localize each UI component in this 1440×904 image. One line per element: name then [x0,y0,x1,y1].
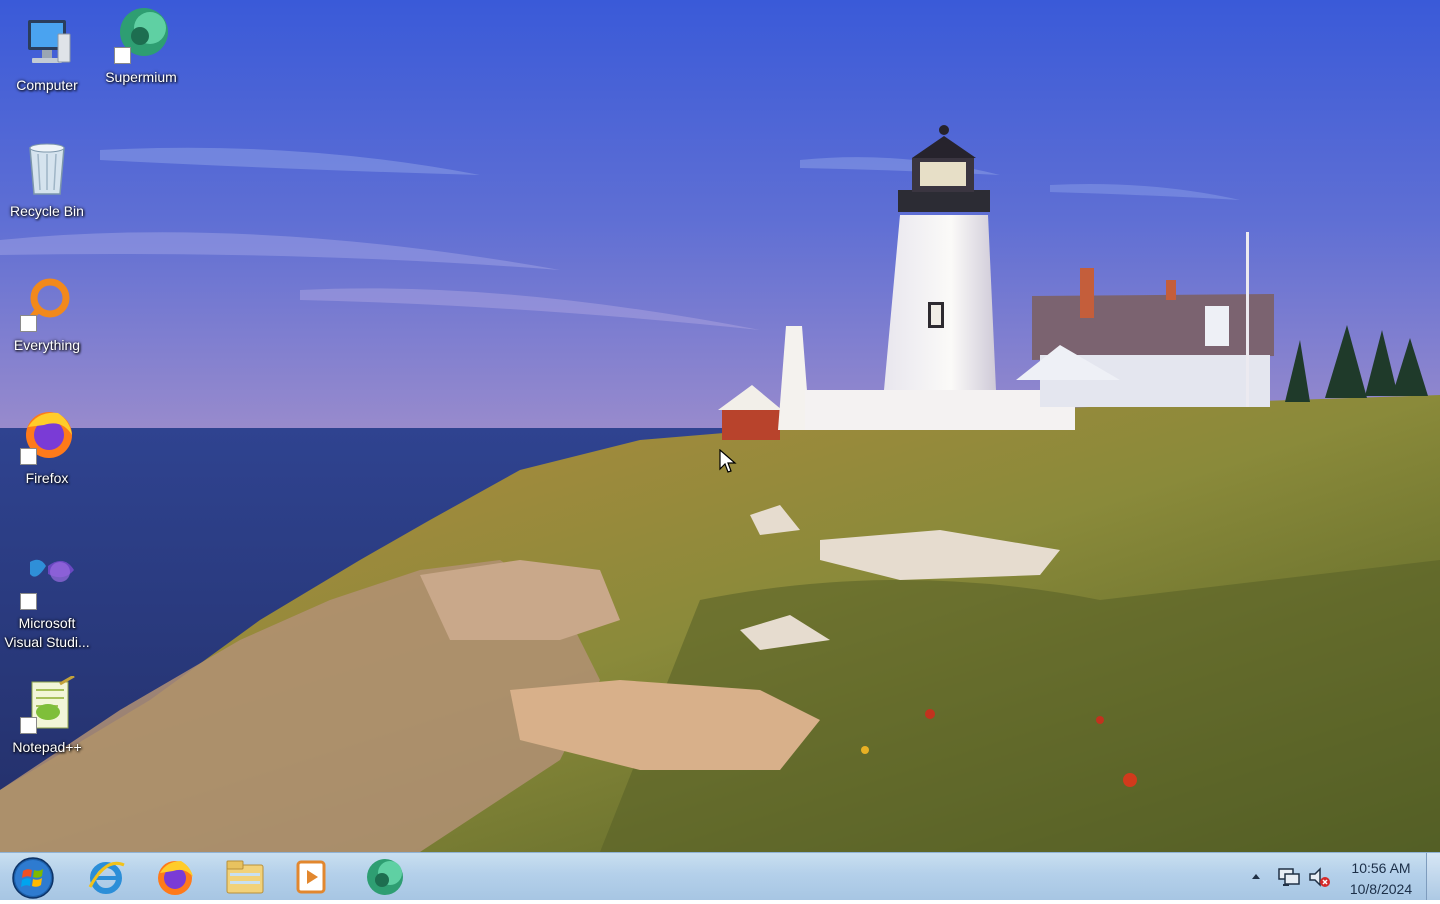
desktop-icon-label: Microsoft Visual Studi... [4,615,90,650]
windows-logo-icon [12,857,54,899]
shortcut-arrow-icon [20,448,37,465]
firefox-icon [18,407,76,465]
internet-explorer-icon [88,861,125,894]
desktop-icon-label: Firefox [25,470,69,486]
desktop-icon-label: Notepad++ [12,739,82,755]
start-button[interactable] [8,855,58,899]
computer-icon [18,14,76,72]
everything-search-icon [18,274,76,332]
taskbar-supermium-button[interactable] [355,855,415,899]
shortcut-arrow-icon [20,717,37,734]
desktop-icon-notepad-plus-plus[interactable]: Notepad++ [1,674,93,757]
desktop-icon-visual-studio[interactable]: Microsoft Visual Studi... [1,552,93,652]
clock-date: 10/8/2024 [1349,881,1413,897]
taskbar-file-explorer-button[interactable] [215,855,275,899]
desktop-icon-recycle-bin[interactable]: Recycle Bin [1,140,93,221]
desktop-icon-firefox[interactable]: Firefox [1,407,93,488]
desktop-icon-computer[interactable]: Computer [1,14,93,95]
network-icon [1278,868,1300,886]
volume-muted-icon [1309,867,1330,887]
media-player-icon [296,860,326,894]
chevron-up-icon [1252,874,1260,879]
desktop-icon-label: Supermium [105,69,177,85]
desktop-icon-label: Recycle Bin [10,203,84,219]
tray-volume-button[interactable] [1304,855,1334,899]
wallpaper-lighthouse-image [0,0,1440,852]
show-desktop-button[interactable] [1426,853,1440,900]
tray-network-button[interactable] [1274,855,1304,899]
clock-time: 10:56 AM [1351,860,1411,876]
taskbar-clock[interactable]: 10:56 AM 10/8/2024 [1336,858,1426,900]
recycle-bin-icon [18,140,76,198]
file-explorer-icon [226,860,264,894]
shortcut-arrow-icon [114,47,131,64]
tray-overflow-button[interactable] [1246,867,1266,887]
desktop-icon-label: Computer [16,77,78,93]
shortcut-arrow-icon [20,593,37,610]
desktop: Computer Supermium Recycle Bin Everythin… [0,0,1440,852]
desktop-icon-supermium[interactable]: Supermium [95,6,187,87]
supermium-icon [367,859,403,895]
taskbar: 10:56 AM 10/8/2024 [0,852,1440,900]
notepad-plus-plus-icon [18,674,76,734]
taskbar-firefox-button[interactable] [145,855,205,899]
desktop-icon-everything[interactable]: Everything [1,274,93,355]
taskbar-media-player-button[interactable] [281,855,341,899]
mouse-cursor-icon [719,449,737,473]
shortcut-arrow-icon [20,315,37,332]
supermium-icon [112,6,170,64]
firefox-icon [158,861,193,895]
visual-studio-icon [18,552,76,610]
desktop-icon-label: Everything [13,337,81,353]
taskbar-internet-explorer-button[interactable] [76,855,136,899]
